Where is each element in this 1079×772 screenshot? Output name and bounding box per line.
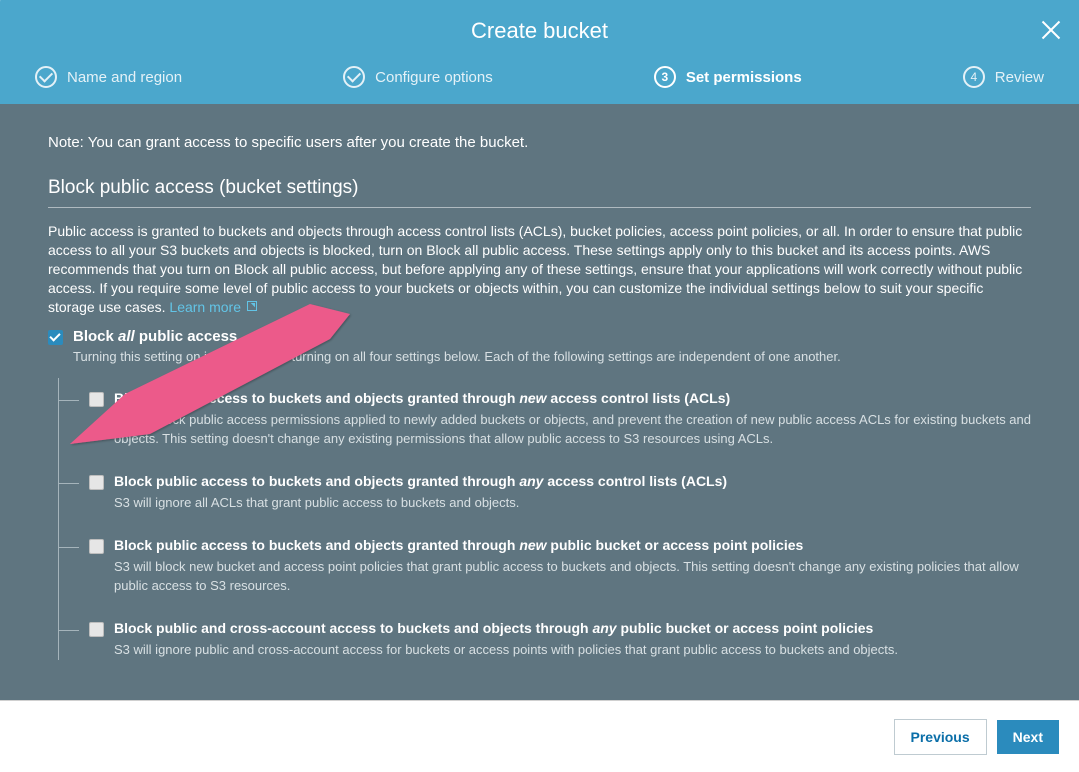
step-number-icon: 3 (654, 66, 676, 88)
step-label: Configure options (375, 69, 493, 86)
check-icon (35, 66, 57, 88)
sub-setting-new-policies: Block public access to buckets and objec… (59, 525, 1031, 608)
section-description: Public access is granted to buckets and … (48, 222, 1031, 316)
step-set-permissions[interactable]: 3 Set permissions (654, 66, 802, 88)
learn-more-link[interactable]: Learn more (169, 299, 256, 315)
sub-description: S3 will block new bucket and access poin… (114, 558, 1031, 596)
step-label: Name and region (67, 69, 182, 86)
step-number-icon: 4 (963, 66, 985, 88)
step-review[interactable]: 4 Review (963, 66, 1044, 88)
section-title: Block public access (bucket settings) (48, 177, 1031, 208)
block-all-description: Turning this setting on is the same as t… (73, 349, 1031, 364)
sub-description: S3 will block public access permissions … (114, 411, 1031, 449)
sub-title: Block public access to buckets and objec… (114, 390, 730, 406)
sub-title: Block public access to buckets and objec… (114, 473, 727, 489)
sub-checkbox[interactable] (89, 392, 104, 407)
sub-checkbox[interactable] (89, 475, 104, 490)
modal-title: Create bucket (0, 0, 1079, 44)
sub-setting-new-acls: Block public access to buckets and objec… (59, 378, 1031, 461)
sub-title: Block public access to buckets and objec… (114, 537, 803, 553)
previous-button[interactable]: Previous (894, 719, 987, 755)
sub-description: S3 will ignore public and cross-account … (114, 641, 1031, 660)
modal-footer: Previous Next (0, 700, 1079, 772)
sub-title: Block public and cross-account access to… (114, 620, 873, 636)
step-label: Set permissions (686, 69, 802, 86)
next-button[interactable]: Next (997, 720, 1059, 754)
note-text: Note: You can grant access to specific u… (48, 134, 1031, 151)
sub-checkbox[interactable] (89, 539, 104, 554)
sub-setting-any-acls: Block public access to buckets and objec… (59, 461, 1031, 525)
step-name-and-region[interactable]: Name and region (35, 66, 182, 88)
external-link-icon (247, 301, 257, 311)
close-icon[interactable] (1039, 18, 1063, 42)
sub-settings-tree: Block public access to buckets and objec… (58, 378, 1031, 659)
block-all-label: Block all public access (73, 328, 237, 345)
wizard-steps: Name and region Configure options 3 Set … (0, 66, 1079, 88)
sub-checkbox[interactable] (89, 622, 104, 637)
step-label: Review (995, 69, 1044, 86)
sub-setting-any-policies: Block public and cross-account access to… (59, 608, 1031, 660)
check-icon (343, 66, 365, 88)
block-all-checkbox[interactable] (48, 330, 63, 345)
sub-description: S3 will ignore all ACLs that grant publi… (114, 494, 1031, 513)
step-configure-options[interactable]: Configure options (343, 66, 493, 88)
